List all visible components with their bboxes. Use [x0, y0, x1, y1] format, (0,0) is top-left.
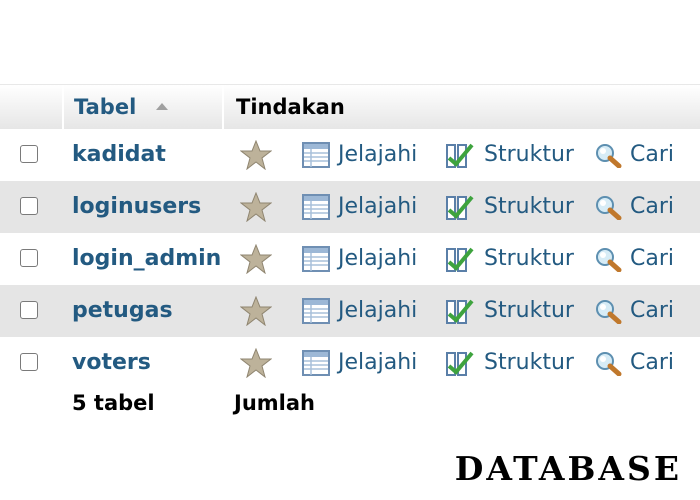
table-count: 5 tabel	[72, 391, 155, 415]
database-tables-list: Tabel Tindakan kadidat Jelajahi Struktur…	[0, 84, 700, 439]
structure-icon[interactable]	[446, 298, 476, 324]
table-name-link[interactable]: voters	[72, 337, 151, 389]
row-checkbox[interactable]	[20, 145, 38, 163]
star-icon[interactable]	[240, 348, 272, 378]
table-header: Tabel Tindakan	[0, 84, 700, 129]
structure-icon[interactable]	[446, 142, 476, 168]
structure-label[interactable]: Struktur	[484, 129, 574, 181]
search-label[interactable]: Cari	[630, 233, 674, 285]
table-name-link[interactable]: loginusers	[72, 181, 201, 233]
table-footer: 5 tabel Jumlah	[0, 389, 700, 439]
search-icon[interactable]	[594, 298, 622, 324]
table-row: voters Jelajahi Struktur Cari	[0, 337, 700, 389]
sum-label: Jumlah	[234, 391, 315, 415]
structure-label[interactable]: Struktur	[484, 181, 574, 233]
header-tabel-sort-link[interactable]: Tabel	[64, 85, 224, 129]
table-row: kadidat Jelajahi Struktur Cari	[0, 129, 700, 181]
browse-table-icon[interactable]	[302, 142, 330, 168]
table-row: loginusers Jelajahi Struktur Cari	[0, 181, 700, 233]
table-name-link[interactable]: petugas	[72, 285, 173, 337]
table-name-link[interactable]: login_admin	[72, 233, 221, 285]
search-label[interactable]: Cari	[630, 181, 674, 233]
table-row: login_admin Jelajahi Struktur Cari	[0, 233, 700, 285]
row-checkbox[interactable]	[20, 301, 38, 319]
search-label[interactable]: Cari	[630, 129, 674, 181]
row-checkbox[interactable]	[20, 249, 38, 267]
browse-label[interactable]: Jelajahi	[338, 181, 417, 233]
structure-icon[interactable]	[446, 246, 476, 272]
table-name-link[interactable]: kadidat	[72, 129, 166, 181]
structure-label[interactable]: Struktur	[484, 285, 574, 337]
structure-label[interactable]: Struktur	[484, 337, 574, 389]
sort-ascending-icon[interactable]	[156, 102, 169, 110]
star-icon[interactable]	[240, 244, 272, 274]
structure-icon[interactable]	[446, 350, 476, 376]
browse-label[interactable]: Jelajahi	[338, 337, 417, 389]
header-tabel-label[interactable]: Tabel	[74, 95, 136, 119]
browse-label[interactable]: Jelajahi	[338, 285, 417, 337]
browse-label[interactable]: Jelajahi	[338, 233, 417, 285]
header-checkbox-column	[0, 85, 64, 129]
structure-icon[interactable]	[446, 194, 476, 220]
watermark-text: DATABASE	[454, 449, 682, 488]
browse-label[interactable]: Jelajahi	[338, 129, 417, 181]
row-checkbox[interactable]	[20, 197, 38, 215]
browse-table-icon[interactable]	[302, 246, 330, 272]
table-row: petugas Jelajahi Struktur Cari	[0, 285, 700, 337]
search-icon[interactable]	[594, 142, 622, 168]
browse-table-icon[interactable]	[302, 194, 330, 220]
header-tindakan-label: Tindakan	[236, 95, 345, 119]
star-icon[interactable]	[240, 296, 272, 326]
browse-table-icon[interactable]	[302, 350, 330, 376]
search-icon[interactable]	[594, 350, 622, 376]
search-label[interactable]: Cari	[630, 285, 674, 337]
star-icon[interactable]	[240, 192, 272, 222]
search-icon[interactable]	[594, 194, 622, 220]
star-icon[interactable]	[240, 140, 272, 170]
structure-label[interactable]: Struktur	[484, 233, 574, 285]
search-label[interactable]: Cari	[630, 337, 674, 389]
row-checkbox[interactable]	[20, 353, 38, 371]
search-icon[interactable]	[594, 246, 622, 272]
browse-table-icon[interactable]	[302, 298, 330, 324]
